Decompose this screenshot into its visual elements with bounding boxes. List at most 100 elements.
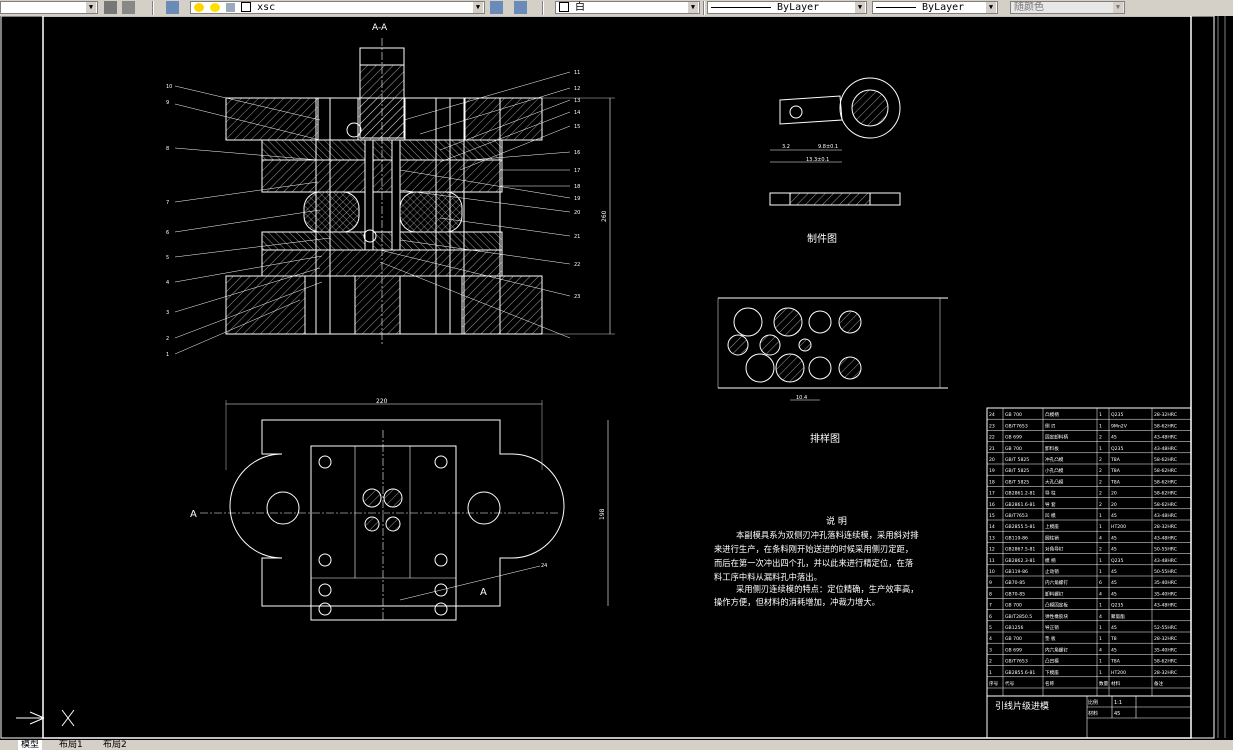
bom-cell: GB2867.5-81 [1005, 547, 1035, 553]
sun-icon [210, 2, 221, 12]
bom-cell: 58-62HRC [1154, 479, 1177, 485]
bom-cell: 50-55HRC [1154, 569, 1177, 575]
bom-cell: GB 699 [1005, 647, 1022, 653]
tab-layout2[interactable]: 布局2 [100, 740, 130, 750]
bom-cell: GB2855.6-81 [1005, 670, 1035, 676]
callout-label: 5 [166, 255, 169, 261]
layer-previous2-icon[interactable] [514, 1, 527, 14]
bom-cell: 上模座 [1045, 523, 1059, 530]
bom-cell: 28-32HRC [1154, 412, 1177, 418]
color-dropdown[interactable]: 白 ▼ [555, 1, 700, 14]
note-line: 料工序中料从漏料孔中落出。 [714, 572, 822, 582]
lock-icon [226, 2, 236, 12]
color-swatch-icon [559, 2, 569, 12]
callout-label: 15 [574, 124, 580, 130]
bom-cell: 1 [1099, 558, 1102, 564]
layer-name: xsc [257, 2, 276, 13]
bom-cell: 1 [989, 670, 992, 676]
bom-cell: 45 [1111, 647, 1117, 653]
tab-layout1[interactable]: 布局1 [56, 740, 86, 750]
lineweight-dropdown[interactable]: ByLayer ▼ [872, 1, 998, 14]
bom-cell: Q235 [1111, 446, 1123, 452]
bom-cell: 弹性橡胶块 [1045, 613, 1068, 620]
layer-color-icon [241, 2, 252, 12]
cut-label-right: A [480, 587, 487, 598]
bom-cell: 18 [989, 479, 995, 485]
bom-cell: 28-32HRC [1154, 524, 1177, 530]
bom-cell: GB119-86 [1005, 569, 1028, 575]
bom-cell: 7 [989, 603, 992, 609]
bom-cell: 58-62HRC [1154, 502, 1177, 508]
outer-frame [0, 15, 1215, 739]
workspace-dropdown[interactable]: ▼ [0, 1, 98, 14]
linetype-dropdown[interactable]: ByLayer ▼ [707, 1, 867, 14]
bom-cell: 1 [1099, 569, 1102, 575]
bom-cell: 24 [989, 412, 995, 418]
bom-cell: 2 [1099, 547, 1102, 553]
bom-cell: Q235 [1111, 558, 1123, 564]
bom-cell: HT200 [1111, 524, 1126, 530]
callout-label: 23 [574, 294, 580, 300]
bom-cell: 2 [989, 659, 992, 665]
bom-cell: 58-62HRC [1154, 468, 1177, 474]
bom-cell: 卸料板 [1045, 445, 1059, 452]
bom-cell: 43-48HRC [1154, 603, 1177, 609]
bom-cell: 4 [1099, 647, 1102, 653]
notes-title: 说 明 [826, 515, 847, 527]
bom-cell: GB1256 [1005, 625, 1023, 631]
bom-cell: 4 [1099, 535, 1102, 541]
bom-cell: 大孔凸模 [1045, 478, 1064, 485]
bom-cell: 2 [1099, 457, 1102, 463]
bom-cell: 1 [1099, 513, 1102, 519]
bom-cell: 内六角螺钉 [1045, 579, 1068, 586]
callout-label: 20 [574, 210, 580, 216]
bom-cell: 22 [989, 435, 995, 441]
callout-label: 7 [166, 200, 169, 206]
bom-cell: 13 [989, 535, 995, 541]
bom-cell: T8A [1110, 457, 1121, 463]
callout-label: 22 [574, 262, 580, 268]
callout-label: 19 [574, 196, 580, 202]
bom-cell: 28-32HRC [1154, 636, 1177, 642]
bom-cell: 1 [1099, 625, 1102, 631]
match-properties-icon[interactable] [104, 1, 117, 14]
bom-cell: 43-48HRC [1154, 435, 1177, 441]
toolbar-separator [152, 1, 154, 15]
dim-section-height: 260 [601, 210, 608, 222]
callout-label: 13 [574, 98, 580, 104]
bom-cell: 45 [1111, 547, 1117, 553]
notes: 说 明 本副模具系为双侧刃冲孔落料连续模，采用斜对排 来进行生产，在条料刚开始送… [714, 515, 919, 607]
bom-cell: 12 [989, 547, 995, 553]
tab-model[interactable]: 模型 [18, 740, 43, 750]
dim-plan-height: 198 [599, 508, 606, 520]
layer-dropdown[interactable]: xsc ▼ [190, 1, 485, 14]
callout-label: 4 [166, 280, 169, 286]
bom-cell: 1 [1099, 670, 1102, 676]
layout-tabs: 模型 布局1 布局2 [0, 740, 1233, 750]
make-current-icon[interactable] [490, 1, 503, 14]
bom-cell: 35-40HRC [1154, 580, 1177, 586]
bom-cell: 1 [1099, 412, 1102, 418]
scale-value: 1:1 [1114, 700, 1122, 706]
bom-cell: 2 [1099, 491, 1102, 497]
bom-cell: 模 柄 [1045, 557, 1056, 564]
layer-manager-icon[interactable] [166, 1, 179, 14]
bom-cell: 43-48HRC [1154, 558, 1177, 564]
bom-cell: 43-48HRC [1154, 513, 1177, 519]
bom-cell: 21 [989, 446, 995, 452]
drawing-canvas[interactable]: A-A 260 10 9 8 7 6 5 4 3 2 1 11 12 13 14… [0, 15, 1233, 740]
plotstyle-value: 随颜色 [1014, 2, 1044, 13]
layer-previous-icon[interactable] [122, 1, 135, 14]
bom-cell: 4 [1099, 614, 1102, 620]
bom-cell: T8 [1110, 636, 1117, 642]
bom-cell: 圆柱销 [1045, 534, 1059, 541]
part-drawing: 3.2 9.8±0.1 13.3±0.1 制件图 [769, 77, 901, 245]
callout-label: 10 [166, 84, 172, 90]
bom-cell: 冲孔凸模 [1045, 456, 1064, 463]
bom-cell: 16 [989, 502, 995, 508]
bom-cell: 1 [1099, 659, 1102, 665]
callout-label: 8 [166, 146, 169, 152]
bom-cell: 材料 [1111, 680, 1121, 687]
bom-cell: 43-48HRC [1154, 535, 1177, 541]
color-value: 白 [575, 2, 586, 13]
